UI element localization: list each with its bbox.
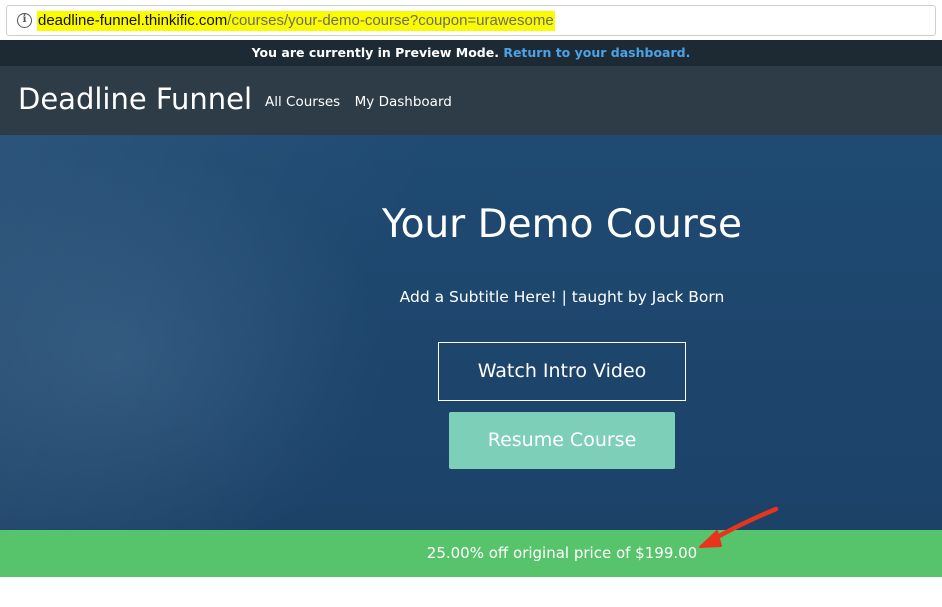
discount-text: 25.00% off original price of $199.00 (426, 544, 698, 562)
url-host: deadline-funnel.thinkific.com (38, 12, 228, 29)
url-input[interactable]: i deadline-funnel.thinkific.com/courses/… (6, 5, 936, 36)
resume-course-button[interactable]: Resume Course (449, 412, 675, 469)
url-text: deadline-funnel.thinkific.com/courses/yo… (37, 11, 555, 31)
preview-mode-text: You are currently in Preview Mode. (251, 45, 499, 60)
preview-mode-banner: You are currently in Preview Mode. Retur… (0, 40, 942, 66)
nav-link-all-courses[interactable]: All Courses (265, 94, 340, 110)
red-arrow-icon (699, 506, 779, 548)
watch-intro-video-button[interactable]: Watch Intro Video (438, 342, 686, 401)
nav-links: All Courses My Dashboard (265, 93, 462, 111)
info-icon[interactable]: i (17, 13, 32, 28)
discount-bar: 25.00% off original price of $199.00 (0, 530, 942, 577)
site-logo[interactable]: Deadline Funnel (18, 82, 252, 116)
browser-address-bar: i deadline-funnel.thinkific.com/courses/… (0, 0, 942, 40)
course-title: Your Demo Course (381, 202, 743, 247)
course-hero: Your Demo Course Add a Subtitle Here! | … (0, 135, 942, 530)
site-header: Deadline Funnel All Courses My Dashboard (0, 66, 942, 135)
nav-link-my-dashboard[interactable]: My Dashboard (355, 94, 452, 110)
course-subtitle: Add a Subtitle Here! | taught by Jack Bo… (399, 288, 725, 306)
return-to-dashboard-link[interactable]: Return to your dashboard. (503, 45, 690, 60)
url-path: /courses/your-demo-course?coupon=uraweso… (227, 12, 554, 29)
